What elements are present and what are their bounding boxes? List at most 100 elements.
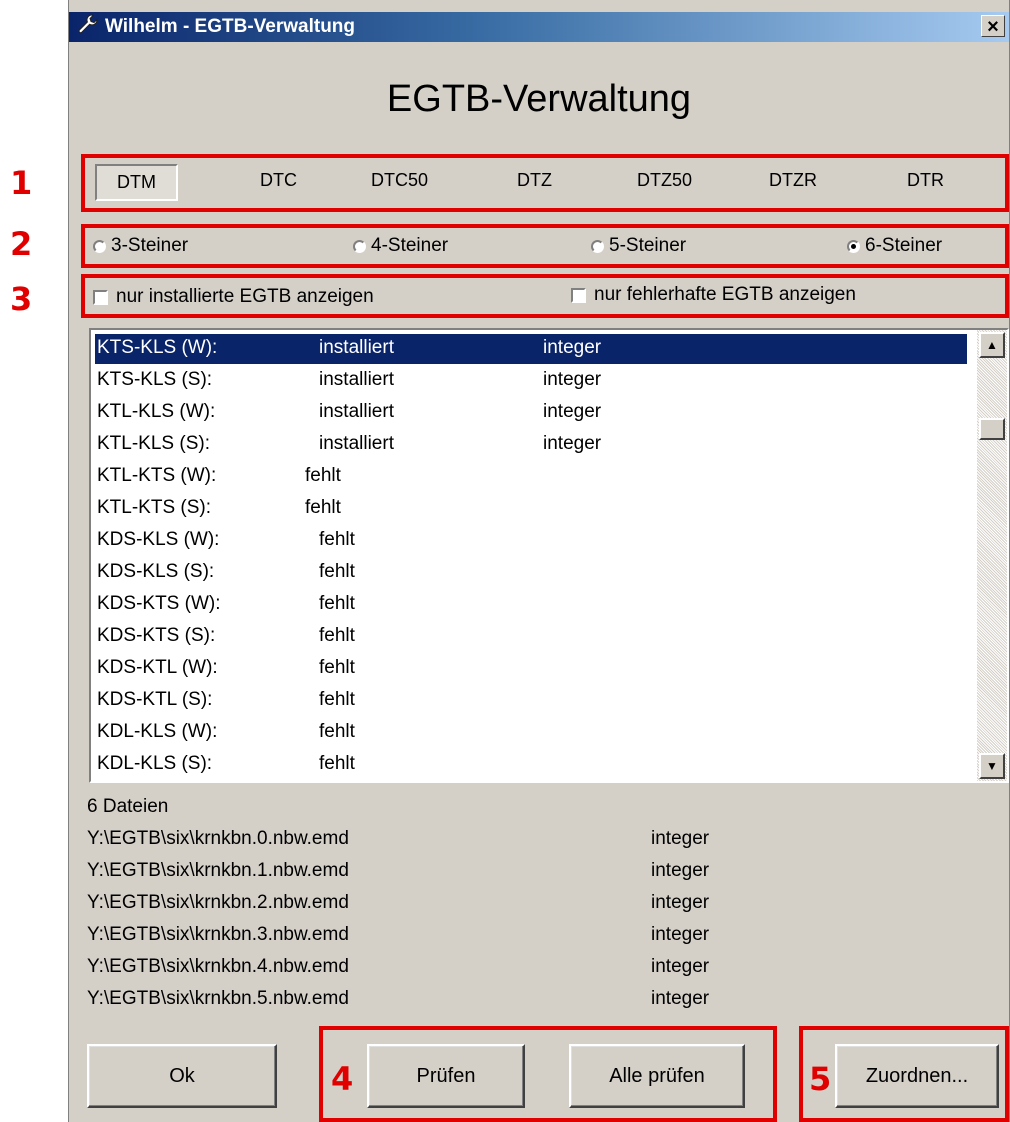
file-type: integer: [651, 956, 710, 977]
close-button[interactable]: ×: [981, 15, 1005, 38]
window-title: Wilhelm - EGTB-Verwaltung: [105, 16, 356, 37]
file-path: Y:\EGTB\six\krnkbn.1.nbw.emd: [87, 860, 349, 881]
radio-4-steiner[interactable]: 4-Steiner: [353, 235, 448, 257]
title-bar: Wilhelm - EGTB-Verwaltung ×: [69, 12, 1009, 42]
checkbox-faulty-only[interactable]: nur fehlerhafte EGTB anzeigen: [571, 284, 856, 306]
file-type: integer: [651, 988, 710, 1009]
egtb-name: KTL-KTS (W):: [97, 465, 217, 486]
egtb-name: KDS-KLS (S):: [97, 561, 215, 582]
egtb-name: KDS-KTS (W):: [97, 593, 221, 614]
egtb-name: KDS-KLS (W):: [97, 529, 220, 550]
list-item[interactable]: KTL-KTS (S): fehlt: [95, 494, 967, 524]
list-item[interactable]: KDS-KTL (W): fehlt: [95, 654, 967, 684]
radio-button[interactable]: [93, 239, 106, 253]
scroll-thumb[interactable]: [979, 418, 1005, 440]
annotation-marker-2: 2: [10, 225, 33, 263]
egtb-type: integer: [543, 401, 602, 422]
list-item[interactable]: KTL-KTS (W): fehlt: [95, 462, 967, 492]
scroll-up-icon[interactable]: ▲: [979, 332, 1005, 358]
list-item[interactable]: KTL-KLS (W): installiert integer: [95, 398, 967, 428]
file-path: Y:\EGTB\six\krnkbn.4.nbw.emd: [87, 956, 349, 977]
radio-label: 4-Steiner: [371, 235, 449, 256]
list-item[interactable]: KDS-KTL (S): fehlt: [95, 686, 967, 716]
radio-button[interactable]: [353, 239, 366, 253]
file-type: integer: [651, 892, 710, 913]
annotation-marker-1: 1: [10, 164, 33, 202]
egtb-name: KDS-KTS (S):: [97, 625, 216, 646]
file-path: Y:\EGTB\six\krnkbn.3.nbw.emd: [87, 924, 349, 945]
egtb-name: KDS-KTL (S):: [97, 689, 213, 710]
checkbox-installed-only[interactable]: nur installierte EGTB anzeigen: [93, 286, 374, 308]
tab-dtr[interactable]: DTR: [907, 170, 944, 191]
egtb-type: integer: [543, 433, 602, 454]
checkbox-label: nur installierte EGTB anzeigen: [116, 286, 374, 307]
tab-dtz[interactable]: DTZ: [517, 170, 552, 191]
egtb-type: integer: [543, 337, 602, 358]
annotation-marker-4: 4: [331, 1060, 354, 1098]
page-title: EGTB-Verwaltung: [386, 78, 692, 120]
egtb-status: fehlt: [319, 529, 355, 550]
scroll-down-icon[interactable]: ▼: [979, 753, 1005, 779]
radio-6-steiner[interactable]: 6-Steiner: [847, 235, 942, 257]
radio-button[interactable]: [591, 239, 604, 253]
list-item[interactable]: KDS-KTS (S): fehlt: [95, 622, 967, 652]
egtb-status: fehlt: [319, 625, 355, 646]
list-item[interactable]: KTS-KLS (W): installiert integer: [95, 334, 967, 364]
file-type: integer: [651, 924, 710, 945]
egtb-status: installiert: [319, 401, 394, 422]
egtb-name: KDS-KTL (W):: [97, 657, 218, 678]
egtb-status: fehlt: [319, 753, 355, 774]
list-item[interactable]: KDS-KLS (S): fehlt: [95, 558, 967, 588]
egtb-status: fehlt: [305, 465, 341, 486]
egtb-status: fehlt: [319, 561, 355, 582]
radio-3-steiner[interactable]: 3-Steiner: [93, 235, 188, 257]
egtb-name: KTL-KTS (S):: [97, 497, 212, 518]
egtb-status: fehlt: [319, 657, 355, 678]
tab-dtz50[interactable]: DTZ50: [637, 170, 692, 191]
egtb-name: KTL-KLS (S):: [97, 433, 210, 454]
annotation-marker-5: 5: [809, 1060, 832, 1098]
egtb-status: fehlt: [319, 721, 355, 742]
tab-dtm[interactable]: DTM: [95, 164, 178, 201]
egtb-name: KDL-KLS (W):: [97, 721, 218, 742]
egtb-type: integer: [543, 369, 602, 390]
egtb-status: installiert: [319, 337, 394, 358]
list-scrollbar[interactable]: ▲ ▼: [977, 330, 1007, 781]
checkbox-box[interactable]: [93, 289, 108, 305]
check-button[interactable]: Prüfen: [367, 1044, 525, 1108]
egtb-list[interactable]: KTS-KLS (W): installiert integer KTS-KLS (…: [89, 328, 1009, 783]
file-count: 6 Dateien: [87, 796, 169, 817]
dialog-window: Wilhelm - EGTB-Verwaltung × EGTB-Verwalt…: [68, 0, 1010, 1122]
egtb-status: installiert: [319, 433, 394, 454]
egtb-name: KDL-KLS (S):: [97, 753, 213, 774]
annotation-marker-3: 3: [10, 280, 33, 318]
egtb-name: KTS-KLS (S):: [97, 369, 213, 390]
list-item[interactable]: KDL-KLS (S): fehlt: [95, 750, 967, 780]
tab-dtc[interactable]: DTC: [260, 170, 297, 191]
file-path: Y:\EGTB\six\krnkbn.2.nbw.emd: [87, 892, 349, 913]
file-type: integer: [651, 860, 710, 881]
checkbox-box[interactable]: [571, 287, 586, 303]
list-item[interactable]: KDS-KLS (W): fehlt: [95, 526, 967, 556]
list-item[interactable]: KDL-KLS (W): fehlt: [95, 718, 967, 748]
list-item[interactable]: KTS-KLS (S): installiert integer: [95, 366, 967, 396]
radio-label: 5-Steiner: [609, 235, 687, 256]
egtb-status: fehlt: [305, 497, 341, 518]
list-item[interactable]: KTL-KLS (S): installiert integer: [95, 430, 967, 460]
radio-button-selected[interactable]: [847, 239, 860, 253]
file-type: integer: [651, 828, 710, 849]
radio-5-steiner[interactable]: 5-Steiner: [591, 235, 686, 257]
file-path: Y:\EGTB\six\krnkbn.0.nbw.emd: [87, 828, 349, 849]
radio-label: 6-Steiner: [865, 235, 943, 256]
radio-label: 3-Steiner: [111, 235, 189, 256]
tab-dtc50[interactable]: DTC50: [371, 170, 428, 191]
tab-dtzr[interactable]: DTZR: [769, 170, 817, 191]
egtb-name: KTS-KLS (W):: [97, 337, 218, 358]
list-item[interactable]: KDS-KTS (W): fehlt: [95, 590, 967, 620]
checkbox-label: nur fehlerhafte EGTB anzeigen: [594, 284, 856, 305]
egtb-status: installiert: [319, 369, 394, 390]
assign-button[interactable]: Zuordnen...: [835, 1044, 999, 1108]
check-all-button[interactable]: Alle prüfen: [569, 1044, 745, 1108]
egtb-status: fehlt: [319, 689, 355, 710]
ok-button[interactable]: Ok: [87, 1044, 277, 1108]
